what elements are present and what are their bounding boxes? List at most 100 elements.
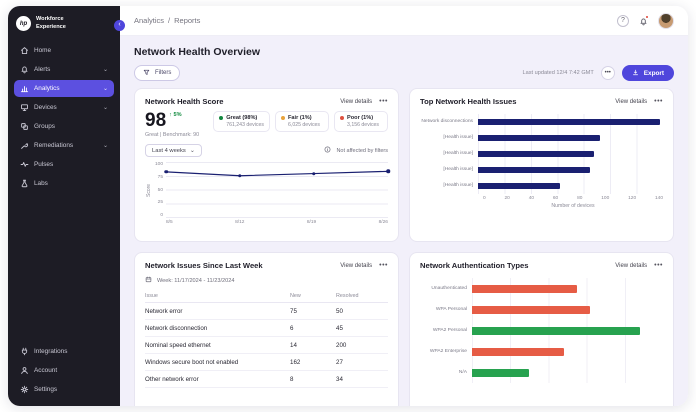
filters-button[interactable]: Filters	[134, 65, 180, 81]
main-area: Analytics / Reports ? Network Health Ove…	[120, 6, 688, 406]
chevron-down-icon: ⌄	[103, 85, 108, 92]
bar	[472, 306, 590, 314]
sidebar-item-label: Home	[34, 47, 51, 54]
export-button[interactable]: Export	[622, 65, 674, 81]
page-toolbar: Filters Last updated 12/4 7:42 GMT ••• E…	[134, 65, 674, 81]
score-benchmark: Great | Benchmark: 90	[145, 132, 199, 138]
sidebar-item-remediations[interactable]: Remediations ⌄	[14, 137, 114, 154]
sidebar-item-integrations[interactable]: Integrations	[14, 343, 114, 360]
sidebar-item-devices[interactable]: Devices ⌄	[14, 99, 114, 116]
remediations-icon	[20, 141, 29, 150]
chevron-down-icon: ⌄	[103, 142, 108, 149]
breadcrumb: Analytics / Reports	[134, 16, 200, 25]
filters-note: Not affected by filters	[324, 146, 388, 155]
legend-dot-great	[219, 116, 223, 120]
card-more-button[interactable]: •••	[379, 262, 388, 269]
page-content: Network Health Overview Filters Last upd…	[120, 36, 688, 406]
x-axis-ticks: 8/5 8/12 8/19 8/26	[166, 220, 388, 225]
week-range: Week: 11/17/2024 - 11/23/2024	[145, 276, 388, 285]
view-details-link[interactable]: View details	[340, 99, 372, 105]
sidebar-item-label: Alerts	[34, 66, 50, 73]
breadcrumb-current: Reports	[174, 16, 200, 25]
sidebar-collapse-button[interactable]: ‹	[114, 20, 125, 31]
table-row: Windows secure boot not enabled16227	[145, 354, 388, 371]
sidebar-item-home[interactable]: Home	[14, 42, 114, 59]
sidebar-item-label: Integrations	[34, 348, 67, 355]
notifications-bell-icon[interactable]	[639, 16, 648, 25]
sidebar-item-label: Labs	[34, 180, 48, 187]
sidebar-item-label: Pulses	[34, 161, 53, 168]
sidebar-nav: Home Alerts ⌄ Analytics ⌄ Devices ⌄ Grou…	[8, 38, 120, 196]
page-title: Network Health Overview	[134, 46, 674, 58]
devices-icon	[20, 103, 29, 112]
score-value: 98	[145, 111, 166, 130]
card-network-health-score: Network Health Score View details ••• 98…	[134, 88, 399, 242]
line-plot-area	[166, 162, 388, 218]
help-icon[interactable]: ?	[617, 15, 629, 27]
brand: hp Workforce Experience	[8, 6, 120, 38]
sidebar-item-label: Settings	[34, 386, 57, 393]
card-more-button[interactable]: •••	[654, 98, 663, 105]
cards-grid: Network Health Score View details ••• 98…	[134, 88, 674, 406]
sidebar-item-analytics[interactable]: Analytics ⌄	[14, 80, 114, 97]
export-label: Export	[644, 70, 664, 77]
bar	[478, 151, 594, 157]
analytics-icon	[20, 84, 29, 93]
sidebar-item-settings[interactable]: Settings	[14, 381, 114, 398]
bar	[478, 135, 600, 141]
sidebar-footer-nav: Integrations Account Settings	[8, 339, 120, 406]
table-row: Network error7550	[145, 303, 388, 320]
home-icon	[20, 46, 29, 55]
view-details-link[interactable]: View details	[340, 263, 372, 269]
y-axis-label: Score	[145, 162, 153, 218]
legend-dot-fair	[281, 116, 285, 120]
x-axis-label: Number of devices	[483, 203, 663, 209]
bell-icon	[20, 65, 29, 74]
sidebar-item-labs[interactable]: Labs	[14, 175, 114, 192]
card-top-network-health-issues: Top Network Health Issues View details •…	[409, 88, 674, 242]
notification-dot	[645, 15, 649, 19]
topbar-actions: ?	[617, 13, 674, 29]
date-range-select[interactable]: Last 4 weeks ⌄	[145, 144, 202, 157]
line-points	[166, 162, 388, 217]
info-icon	[324, 146, 333, 155]
column-header-new: New	[290, 290, 336, 303]
pulses-icon	[20, 160, 29, 169]
brand-name: Workforce Experience	[36, 16, 66, 31]
bar	[472, 285, 577, 293]
view-details-link[interactable]: View details	[615, 99, 647, 105]
toolbar-right: Last updated 12/4 7:42 GMT ••• Export	[523, 65, 674, 81]
view-details-link[interactable]: View details	[615, 263, 647, 269]
account-icon	[20, 366, 29, 375]
score-line-chart: Score 100 75 50 25 0	[145, 162, 388, 218]
user-avatar[interactable]	[658, 13, 674, 29]
sidebar-item-groups[interactable]: Groups	[14, 118, 114, 135]
integrations-icon	[20, 347, 29, 356]
sidebar-item-pulses[interactable]: Pulses	[14, 156, 114, 173]
legend-great: Great (98%) 761,243 devices	[213, 111, 270, 132]
legend-fair: Fair (1%) 6,025 devices	[275, 111, 329, 132]
last-updated-text: Last updated 12/4 7:42 GMT	[523, 70, 594, 76]
filters-label: Filters	[155, 70, 171, 76]
breadcrumb-parent[interactable]: Analytics	[134, 16, 164, 25]
breadcrumb-separator: /	[168, 16, 170, 25]
bar	[478, 119, 660, 125]
table-row: Nominal speed ethernet14200	[145, 337, 388, 354]
auth-types-bar-chart: Unauthenticated WPA Personal WPA2 Person…	[420, 278, 663, 383]
chevron-down-icon: ⌄	[103, 104, 108, 111]
sidebar-item-label: Account	[34, 367, 57, 374]
page-more-button[interactable]: •••	[601, 66, 615, 80]
funnel-icon	[143, 69, 152, 78]
calendar-icon	[145, 276, 154, 285]
sidebar: ‹ hp Workforce Experience Home Alerts ⌄ …	[8, 6, 120, 406]
card-more-button[interactable]: •••	[379, 98, 388, 105]
sidebar-item-account[interactable]: Account	[14, 362, 114, 379]
topbar: Analytics / Reports ?	[120, 6, 688, 36]
bar	[472, 369, 529, 377]
card-more-button[interactable]: •••	[654, 262, 663, 269]
sidebar-item-label: Remediations	[34, 142, 73, 149]
bar	[472, 348, 564, 356]
bar	[478, 167, 590, 173]
card-title: Network Issues Since Last Week	[145, 261, 263, 270]
sidebar-item-alerts[interactable]: Alerts ⌄	[14, 61, 114, 78]
